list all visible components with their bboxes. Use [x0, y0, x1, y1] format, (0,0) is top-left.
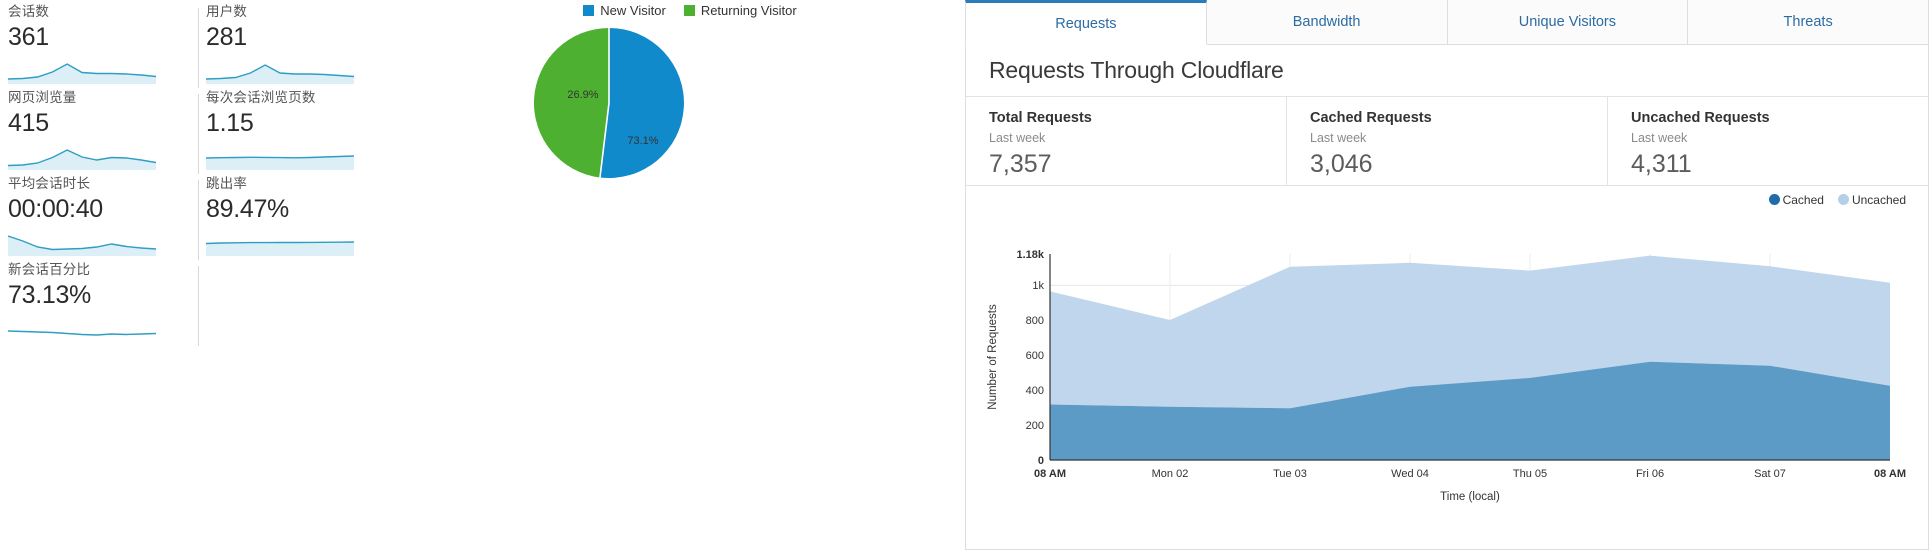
metric-value: 73.13% — [8, 281, 91, 309]
x-tick-label-0: 08 AM — [1034, 468, 1066, 480]
metric-value: 281 — [206, 23, 247, 51]
stat-period: Last week — [1631, 131, 1688, 145]
metric-label: 平均会话时长 — [8, 176, 91, 191]
sparkline-chart — [206, 241, 354, 256]
stat-card-uncached-requests: Uncached Requests Last week 4,311 — [1608, 97, 1928, 185]
pie-legend-label: New Visitor — [600, 3, 666, 18]
x-tick-label-5: Fri 06 — [1636, 468, 1664, 480]
metric-tile-users[interactable]: 用户数 281 — [198, 4, 388, 90]
stat-title: Uncached Requests — [1631, 110, 1770, 126]
y-axis-title: Number of Requests — [987, 304, 999, 410]
metric-value: 415 — [8, 109, 49, 137]
x-tick-label-3: Wed 04 — [1391, 468, 1429, 480]
y-tick-label-800: 800 — [1026, 315, 1044, 327]
tab-unique-visitors[interactable]: Unique Visitors — [1447, 0, 1689, 45]
y-tick-label-0: 0 — [1038, 455, 1044, 467]
pie-svg: 26.9% 73.1% — [533, 27, 684, 178]
stat-value: 3,046 — [1310, 150, 1373, 178]
metric-tile-pageviews[interactable]: 网页浏览量 415 — [8, 90, 198, 176]
metric-label: 网页浏览量 — [8, 90, 77, 105]
cloudflare-tab-content: Requests Through Cloudflare Total Reques… — [965, 45, 1929, 550]
metric-label: 每次会话浏览页数 — [206, 90, 316, 105]
sparkline-chart — [8, 330, 156, 336]
stat-title: Cached Requests — [1310, 110, 1432, 126]
sparkline-chart — [8, 149, 156, 170]
sparkline-chart — [8, 63, 156, 84]
metric-value: 1.15 — [206, 109, 254, 137]
y-tick-label-600: 600 — [1026, 350, 1044, 362]
tab-label: Unique Visitors — [1518, 14, 1616, 30]
metric-label: 会话数 — [8, 4, 50, 19]
metric-value: 89.47% — [206, 195, 289, 223]
x-tick-label-2: Tue 03 — [1273, 468, 1307, 480]
metric-value: 00:00:40 — [8, 195, 103, 223]
legend-swatch-icon — [583, 5, 595, 16]
tab-requests[interactable]: Requests — [965, 0, 1207, 45]
y-tick-label-200: 200 — [1026, 420, 1044, 432]
y-tick-label-1k: 1k — [1032, 280, 1044, 292]
metric-tile-new-sessions-percent[interactable]: 新会话百分比 73.13% — [8, 262, 198, 348]
cloudflare-tab-bar: Requests Bandwidth Unique Visitors Threa… — [965, 0, 1929, 45]
panel-title: Requests Through Cloudflare — [989, 57, 1284, 83]
metric-tile-avg-session-duration[interactable]: 平均会话时长 00:00:40 — [8, 176, 198, 262]
pie-slice-new-visitor[interactable] — [599, 28, 684, 178]
x-tick-label-7: 08 AM — [1874, 468, 1906, 480]
metric-tile-empty — [198, 262, 388, 348]
requests-area-chart[interactable]: 1.18k 1k 800 600 400 200 0 Number of Req… — [966, 208, 1928, 548]
pie-slice-returning-visitor[interactable] — [533, 27, 609, 178]
chart-legend-label: Uncached — [1851, 193, 1906, 207]
stat-period: Last week — [989, 131, 1046, 145]
legend-swatch-icon — [683, 5, 695, 16]
legend-dot-icon — [1768, 194, 1780, 205]
visitor-pie-panel: New Visitor Returning Visitor 26.9% 73.1… — [400, 0, 980, 550]
tab-label: Requests — [1055, 15, 1117, 32]
stat-title: Total Requests — [989, 110, 1092, 126]
summary-stat-cards: Total Requests Last week 7,357 Cached Re… — [966, 96, 1928, 186]
x-tick-label-4: Thu 05 — [1513, 468, 1547, 480]
metric-label: 用户数 — [206, 4, 248, 19]
x-tick-label-6: Sat 07 — [1754, 468, 1786, 480]
cloudflare-panel: Requests Bandwidth Unique Visitors Threa… — [965, 0, 1929, 550]
pie-legend-item-returning-visitor[interactable]: Returning Visitor — [683, 3, 797, 18]
chart-legend-item-cached[interactable]: Cached — [1768, 193, 1824, 207]
metric-label: 新会话百分比 — [8, 262, 91, 277]
stat-card-total-requests: Total Requests Last week 7,357 — [966, 97, 1287, 185]
metric-label: 跳出率 — [206, 176, 248, 191]
sparkline-chart — [206, 64, 354, 84]
sparkline-chart — [206, 155, 354, 170]
x-axis-title: Time (local) — [1440, 491, 1500, 503]
y-tick-label-400: 400 — [1026, 385, 1044, 397]
x-tick-label-1: Mon 02 — [1152, 468, 1189, 480]
sparkline-chart — [8, 235, 156, 256]
pie-label-returning-visitor: 26.9% — [567, 89, 598, 101]
tab-label: Bandwidth — [1292, 14, 1361, 30]
analytics-metrics-panel: 会话数 361 用户数 281 网页浏览量 415 每次会话浏览页数 1.15 … — [0, 0, 400, 550]
tab-threats[interactable]: Threats — [1688, 0, 1929, 45]
legend-dot-icon — [1837, 194, 1849, 205]
visitor-pie-chart[interactable]: 26.9% 73.1% — [531, 25, 687, 181]
chart-legend: Cached Uncached — [1755, 193, 1906, 207]
stat-period: Last week — [1310, 131, 1367, 145]
pie-label-new-visitor: 73.1% — [627, 135, 658, 147]
pie-legend-label: Returning Visitor — [700, 3, 797, 18]
stat-card-cached-requests: Cached Requests Last week 3,046 — [1287, 97, 1608, 185]
tab-label: Threats — [1783, 14, 1833, 30]
y-tick-label-max: 1.18k — [1016, 249, 1044, 261]
pie-legend-item-new-visitor[interactable]: New Visitor — [583, 3, 666, 18]
metric-value: 361 — [8, 23, 49, 51]
metric-tile-sessions[interactable]: 会话数 361 — [8, 4, 198, 90]
stat-value: 4,311 — [1631, 150, 1692, 178]
chart-legend-label: Cached — [1782, 193, 1824, 207]
stat-value: 7,357 — [989, 150, 1052, 178]
pie-legend: New Visitor Returning Visitor — [400, 3, 980, 18]
metric-tile-bounce-rate[interactable]: 跳出率 89.47% — [198, 176, 388, 262]
metric-tile-pages-per-session[interactable]: 每次会话浏览页数 1.15 — [198, 90, 388, 176]
chart-legend-item-uncached[interactable]: Uncached — [1837, 193, 1906, 207]
tab-bandwidth[interactable]: Bandwidth — [1206, 0, 1448, 45]
